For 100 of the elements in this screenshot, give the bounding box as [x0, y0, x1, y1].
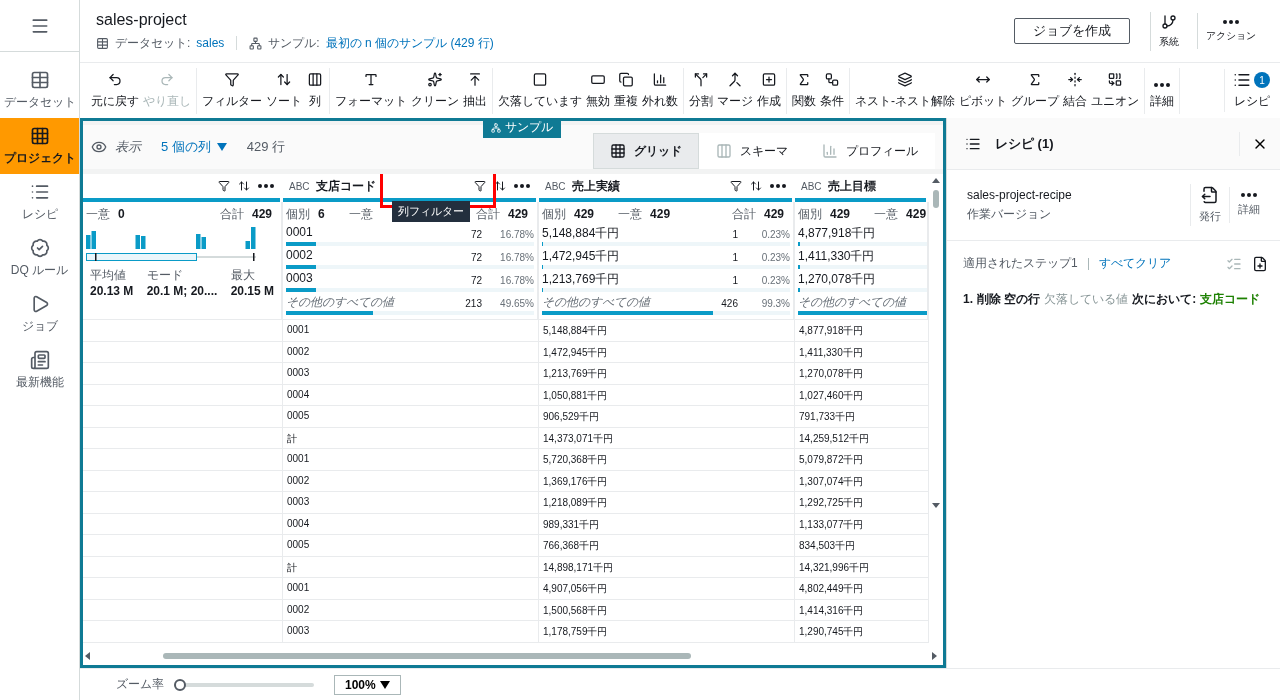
toolbar-button[interactable]: ソート: [264, 69, 304, 112]
table-cell: 906,529千円: [539, 406, 795, 428]
toolbar-button[interactable]: ネスト-ネスト解除: [853, 69, 957, 112]
nav-item[interactable]: プロジェクト: [0, 118, 79, 174]
table-cell: 0003: [283, 363, 539, 385]
table-cell: 0001: [283, 449, 539, 471]
more-icon[interactable]: [514, 184, 530, 188]
table-icon: [96, 36, 109, 50]
filter-icon[interactable]: [474, 180, 486, 192]
slider-thumb[interactable]: [174, 678, 186, 691]
header-action-button[interactable]: 系統: [1150, 11, 1187, 51]
table-cell: 1,472,945千円: [539, 341, 795, 363]
toolbar-button[interactable]: フォーマット: [333, 69, 409, 112]
toolbar-button[interactable]: フィルター: [200, 69, 264, 112]
toolbar-button[interactable]: 重複: [612, 69, 640, 112]
branch-icon: [1161, 13, 1177, 30]
recipe-step[interactable]: 1. 削除 空の行 欠落している値 次において: 支店コード: [963, 290, 1272, 310]
percent-text: 16.78%: [499, 275, 534, 286]
more-icon[interactable]: [770, 184, 786, 188]
toolbar-button[interactable]: 詳細: [1148, 69, 1176, 112]
nav-item[interactable]: 最新機能: [0, 342, 79, 398]
create-job-button[interactable]: ジョブを作成: [1014, 18, 1130, 44]
columns-dropdown[interactable]: 5 個の列: [155, 137, 233, 157]
sort-icon[interactable]: [750, 180, 762, 192]
text-format-icon: [362, 71, 380, 87]
scrollbar[interactable]: [83, 649, 939, 663]
add-step-icon[interactable]: [1252, 255, 1268, 272]
tooltip: 列フィルター: [392, 201, 470, 222]
recipe-button[interactable]: 1 レシピ: [1224, 69, 1274, 112]
toolbar-button[interactable]: 外れ数: [640, 69, 680, 112]
recipe-action-button[interactable]: 発行: [1190, 184, 1229, 226]
nodes-icon: [249, 36, 263, 50]
columns-icon: [306, 71, 324, 87]
header-action-button[interactable]: アクション: [1197, 13, 1264, 49]
table-cell: 766,368千円: [539, 535, 795, 557]
table-cell: 0004: [283, 384, 539, 406]
recipe-action-button[interactable]: 詳細: [1229, 187, 1268, 223]
steps-label: 適用されたステップ1: [963, 255, 1078, 272]
chart-icon: [822, 143, 838, 159]
table-cell: 1,213,769千円: [539, 363, 795, 385]
table-cell: 834,503千円: [795, 535, 929, 557]
nav-item[interactable]: レシピ: [0, 174, 79, 230]
grid-icon: [610, 143, 626, 159]
table-cell: 0003: [283, 492, 539, 514]
toolbar-button[interactable]: 無効: [584, 69, 612, 112]
filter-icon[interactable]: [218, 180, 230, 192]
toolbar-button[interactable]: 条件: [818, 69, 846, 112]
toolbar-button[interactable]: 作成: [755, 69, 783, 112]
toolbar-button[interactable]: 列: [304, 69, 326, 112]
version-text: 作業バージョン: [967, 205, 1052, 223]
stat-text: 個別 6: [286, 206, 325, 223]
publish-icon: [1201, 186, 1219, 204]
zoom-dropdown[interactable]: 100%: [334, 674, 401, 695]
sort-icon: [275, 71, 293, 87]
toolbar-button[interactable]: グループ: [1009, 69, 1061, 112]
filter-icon[interactable]: [730, 180, 742, 192]
more-icon[interactable]: [258, 184, 274, 188]
table-cell: 0002: [283, 599, 539, 621]
nav-item[interactable]: データセット: [0, 62, 79, 118]
table-cell: 14,259,512千円: [795, 427, 929, 449]
summary-text: 最大 20.15 M: [230, 267, 274, 298]
toolbar-button[interactable]: ピボット: [957, 69, 1009, 112]
toolbar-button[interactable]: 分割: [687, 69, 715, 112]
nav-item[interactable]: DQ ルール: [0, 230, 79, 286]
dataset-label: データセット:: [115, 34, 191, 52]
table-cell: 1,290,745千円: [795, 621, 929, 643]
table-icon: [29, 69, 50, 90]
view-tab[interactable]: スキーマ: [699, 133, 805, 169]
value-text: 1,472,945千円: [542, 248, 621, 263]
value-text: 1,270,078千円: [798, 271, 876, 286]
value-text: その他のすべての値: [798, 294, 906, 309]
sort-icon[interactable]: [494, 180, 506, 192]
sample-link[interactable]: 最初の n 個のサンプル (429 行): [325, 34, 494, 52]
scrollbar[interactable]: [932, 178, 940, 508]
toolbar-button[interactable]: 欠落しています: [496, 69, 584, 112]
toolbar-button[interactable]: 元に戻す: [89, 69, 141, 112]
dataset-link[interactable]: sales: [196, 36, 225, 50]
count-text: 213: [464, 298, 482, 309]
grid-icon: [29, 125, 50, 146]
column-name: 売上実績: [571, 177, 620, 195]
table-cell: 0004: [283, 513, 539, 535]
toolbar-button[interactable]: 抽出: [461, 69, 489, 112]
toolbar-button[interactable]: 関数: [790, 69, 818, 112]
toolbar-button[interactable]: 結合: [1061, 69, 1089, 112]
table-cell: 4,907,056千円: [539, 578, 795, 600]
view-tab[interactable]: プロフィール: [805, 133, 935, 169]
nav-item[interactable]: ジョブ: [0, 286, 79, 342]
table-cell: 0005: [283, 535, 539, 557]
toolbar-button[interactable]: ユニオン: [1089, 69, 1141, 112]
table-cell: 791,733千円: [795, 406, 929, 428]
stat-text: 一意: [348, 206, 373, 223]
percent-text: 49.65%: [499, 298, 534, 309]
clear-all-link[interactable]: すべてクリア: [1098, 255, 1171, 272]
toolbar-button[interactable]: マージ: [715, 69, 755, 112]
toolbar-button[interactable]: クリーン: [409, 69, 461, 112]
table-cell: 1,178,759千円: [539, 621, 795, 643]
sparkle-icon: [426, 71, 444, 87]
view-tab[interactable]: グリッド: [593, 133, 699, 169]
sample-label: サンプル:: [268, 34, 320, 52]
sort-icon[interactable]: [238, 180, 250, 192]
